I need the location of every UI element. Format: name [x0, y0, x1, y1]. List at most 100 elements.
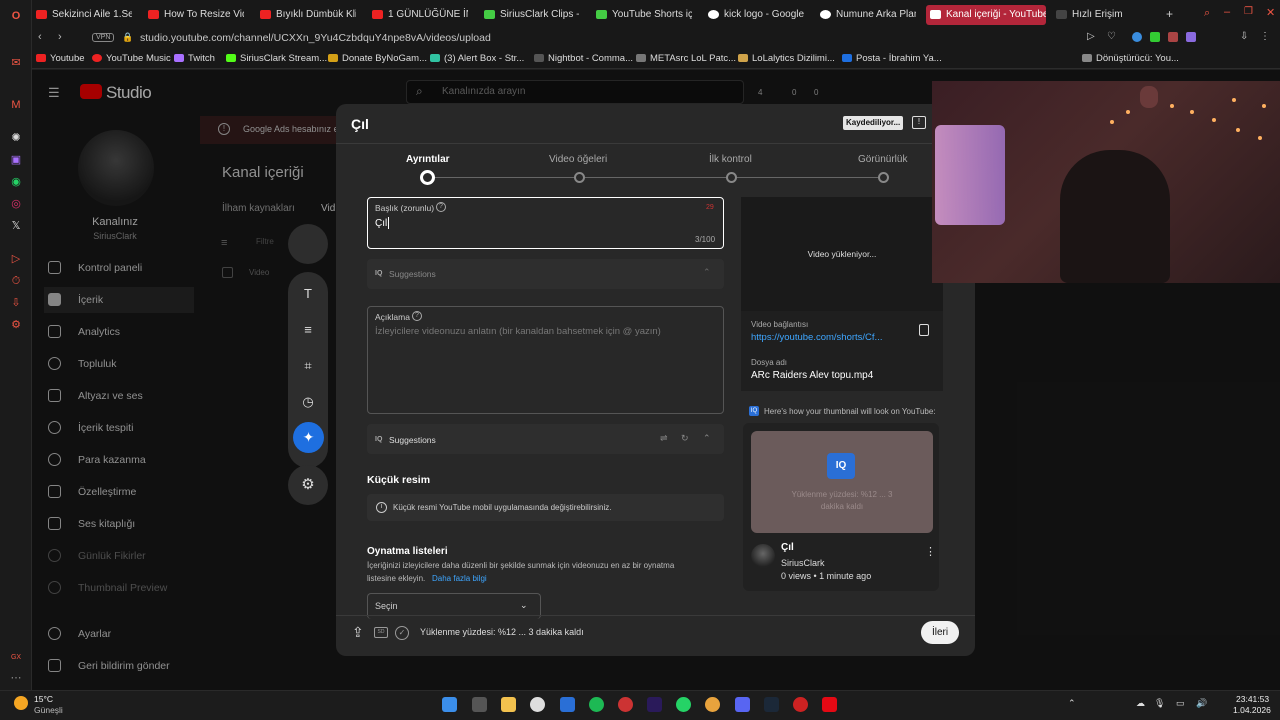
more-icon[interactable]: ⋯	[8, 670, 24, 686]
bookmark-item[interactable]: Nightbot - Comma...	[534, 53, 633, 64]
settings-icon[interactable]: ⚙	[8, 317, 24, 333]
mic-icon[interactable]: 🎙	[1154, 698, 1165, 709]
steam-icon[interactable]	[764, 697, 779, 712]
weather-sun-icon[interactable]	[14, 696, 28, 710]
bookmark-item[interactable]: Youtube	[36, 53, 85, 64]
text-tool-icon[interactable]: T	[296, 282, 320, 306]
tab-kick-logo-google[interactable]: kick logo - Google'da	[704, 5, 804, 25]
network-icon[interactable]: ☁	[1136, 698, 1145, 709]
vpn-badge[interactable]: VPN	[92, 33, 115, 42]
back-icon[interactable]: ‹	[38, 31, 42, 43]
extension-blue-icon[interactable]	[1132, 32, 1142, 42]
whatsapp-icon[interactable]: ◉	[8, 174, 24, 190]
gx-icon[interactable]: GX	[8, 650, 24, 666]
step-checks[interactable]: İlk kontrol	[709, 154, 752, 165]
clock-date[interactable]: 1.04.2026	[1233, 705, 1271, 715]
bookmark-item[interactable]: Donate ByNoGam...	[328, 53, 427, 64]
close-window-icon[interactable]: ✕	[1266, 6, 1275, 19]
tags-tool-icon[interactable]: ⌗	[296, 354, 320, 378]
discord-icon[interactable]	[735, 697, 750, 712]
chevron-up-icon[interactable]: ⌃	[703, 267, 711, 278]
step-visibility[interactable]: Görünürlük	[858, 154, 907, 165]
bookmark-item[interactable]: Twitch	[174, 53, 215, 64]
bookmark-heart-icon[interactable]: ♡	[1107, 31, 1116, 42]
copy-icon[interactable]	[919, 324, 929, 336]
tab-kanal-icerigi[interactable]: Kanal içeriği - YouTube St	[926, 5, 1046, 25]
download-icon[interactable]: ⇩	[8, 295, 24, 311]
help-icon[interactable]: ?	[436, 202, 446, 212]
bookmark-item[interactable]: SiriusClark Stream...	[226, 53, 327, 64]
step-dot-visibility[interactable]	[878, 172, 889, 183]
premiere-icon[interactable]	[647, 697, 662, 712]
extension-red-icon[interactable]	[1168, 32, 1178, 42]
download-bar-icon[interactable]: ⇩	[1240, 31, 1248, 42]
extension-purple-icon[interactable]	[1186, 32, 1196, 42]
chevron-up-icon[interactable]: ⌃	[703, 433, 711, 444]
chrome-icon[interactable]	[705, 697, 720, 712]
learn-more-link[interactable]: Daha fazla bilgi	[432, 574, 487, 583]
mail-icon[interactable]: ✉	[8, 55, 24, 71]
tab-1-gunlugune[interactable]: 1 GÜNLÜĞÜNE İNTER	[368, 5, 468, 25]
chatgpt-icon[interactable]: ✺	[8, 130, 24, 146]
volume-icon[interactable]: 🔊	[1196, 698, 1207, 709]
tab-hizli-erisim[interactable]: Hızlı Erişim	[1052, 5, 1132, 25]
description-tool-icon[interactable]: ≡	[296, 318, 320, 342]
instagram-icon[interactable]: ◎	[8, 196, 24, 212]
tab-sekizinci-aile[interactable]: Sekizinci Aile 1.Sezon	[32, 5, 132, 25]
menu-icon[interactable]: ⋮	[1260, 31, 1270, 42]
tab-numune-arka-plani[interactable]: Numune Arka Planı K	[816, 5, 916, 25]
tab-resize-video[interactable]: How To Resize Video	[144, 5, 244, 25]
new-tab-icon[interactable]: +	[1166, 7, 1173, 21]
file-explorer-icon[interactable]	[501, 697, 516, 712]
player-icon[interactable]: ▷	[8, 251, 24, 267]
step-dot-video-elements[interactable]	[574, 172, 585, 183]
messenger-icon[interactable]: M	[8, 97, 24, 113]
step-dot-details[interactable]	[420, 170, 435, 185]
minimize-icon[interactable]: –	[1224, 6, 1230, 18]
obs-icon[interactable]	[530, 697, 545, 712]
search-tabs-icon[interactable]: ⌕	[1204, 7, 1210, 20]
ai-sparkle-icon[interactable]: ✦	[293, 422, 324, 453]
tray-chevron-icon[interactable]: ⌃	[1068, 698, 1076, 709]
opera-gx-icon[interactable]	[793, 697, 808, 712]
task-view-icon[interactable]	[472, 697, 487, 712]
step-dot-checks[interactable]	[726, 172, 737, 183]
refresh-icon[interactable]: ↻	[681, 433, 689, 444]
clock-time[interactable]: 23:41:53	[1236, 694, 1269, 704]
step-details[interactable]: Ayrıntılar	[406, 154, 450, 165]
description-input[interactable]	[367, 306, 724, 414]
twitch-icon[interactable]: ▣	[8, 152, 24, 168]
monitor-icon[interactable]: ▭	[1176, 698, 1185, 709]
bookmark-item[interactable]: YouTube Music	[92, 53, 171, 64]
tab-biyikli-dumbuk[interactable]: Bıyıklı Dümbük Klip V	[256, 5, 356, 25]
bookmark-item[interactable]: Dönüştürücü: You...	[1082, 53, 1179, 64]
video-link[interactable]: https://youtube.com/shorts/Cf...	[751, 332, 882, 343]
tab-youtube-shorts[interactable]: YouTube Shorts için ç	[592, 5, 692, 25]
feedback-icon[interactable]: !	[912, 116, 926, 129]
clock-tool-icon[interactable]: ◷	[296, 390, 320, 414]
maximize-icon[interactable]: ❐	[1244, 6, 1253, 17]
spotify-icon[interactable]	[589, 697, 604, 712]
record-button[interactable]	[288, 224, 328, 264]
bookmark-item[interactable]: Posta - İbrahim Ya...	[842, 53, 942, 64]
app-red-icon[interactable]	[618, 697, 633, 712]
help-icon[interactable]: ?	[412, 311, 422, 321]
next-button[interactable]: İleri	[921, 621, 959, 644]
bookmark-item[interactable]: METAsrc LoL Patc...	[636, 53, 736, 64]
step-video-elements[interactable]: Video öğeleri	[549, 154, 607, 165]
tab-siriusclark-clips[interactable]: SiriusClark Clips - Wa	[480, 5, 580, 25]
tool-settings-icon[interactable]: ⚙	[288, 465, 328, 505]
play-icon[interactable]: ▷	[1087, 31, 1095, 42]
upload-icon[interactable]: ⇪	[352, 624, 364, 641]
sort-icon[interactable]: ⇌	[660, 433, 668, 444]
history-icon[interactable]: ⏱	[8, 273, 24, 289]
forward-icon[interactable]: ›	[58, 31, 62, 43]
app-icon[interactable]	[560, 697, 575, 712]
whatsapp-icon[interactable]	[676, 697, 691, 712]
bookmark-item[interactable]: (3) Alert Box - Str...	[430, 53, 524, 64]
netflix-icon[interactable]	[822, 697, 837, 712]
windows-start-icon[interactable]	[442, 697, 457, 712]
url-field[interactable]: studio.youtube.com/channel/UCXXn_9Yu4Czb…	[140, 32, 491, 44]
more-vertical-icon[interactable]: ⋮	[925, 545, 936, 558]
opera-logo-icon[interactable]: O	[8, 8, 24, 24]
